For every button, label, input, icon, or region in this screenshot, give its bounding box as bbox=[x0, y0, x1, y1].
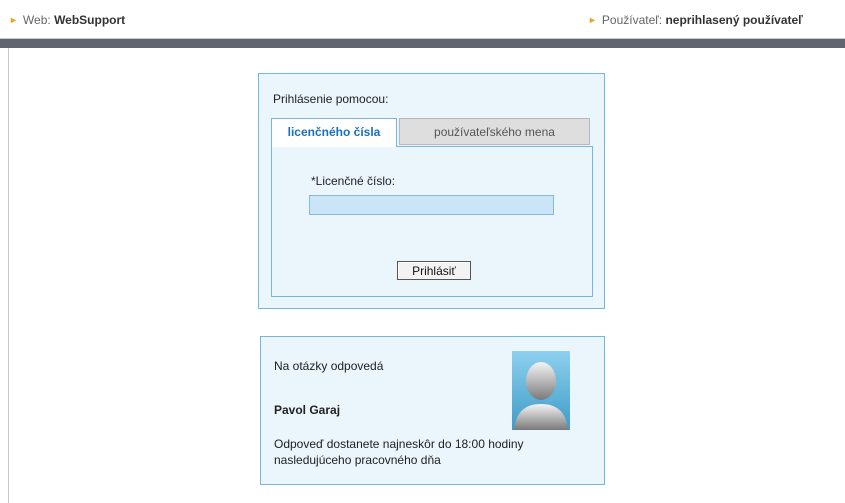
login-title: Prihlásenie pomocou: bbox=[273, 92, 389, 106]
web-label: Web: bbox=[22, 13, 51, 27]
left-border-line bbox=[8, 48, 9, 503]
support-agent-name: Pavol Garaj bbox=[274, 403, 341, 417]
arrow-right-icon: ► bbox=[588, 15, 597, 25]
support-info-panel: Na otázky odpovedá Pavol Garaj Odpoveď d… bbox=[260, 336, 605, 485]
login-button[interactable]: Prihlásiť bbox=[397, 261, 471, 280]
user-label: Používateľ: bbox=[601, 13, 663, 27]
license-number-label: *Licenčné číslo: bbox=[311, 174, 396, 188]
user-value: neprihlasený používateľ bbox=[665, 13, 803, 27]
top-bar: ► Web: WebSupport ► Používateľ: neprihlase… bbox=[0, 0, 845, 39]
header-divider-bar bbox=[0, 39, 845, 48]
tab-license-number[interactable]: licenčného čísla bbox=[271, 118, 397, 147]
arrow-right-icon: ► bbox=[9, 15, 18, 25]
support-intro: Na otázky odpovedá bbox=[274, 359, 384, 373]
user-avatar-icon bbox=[512, 351, 570, 430]
tab-username[interactable]: používateľského mena bbox=[399, 118, 590, 145]
reply-time-note: Odpoveď dostanete najneskôr do 18:00 hod… bbox=[274, 437, 524, 467]
license-number-input[interactable] bbox=[309, 195, 554, 215]
tab-panel-license: *Licenčné číslo: Prihlásiť bbox=[271, 146, 593, 297]
web-value: WebSupport bbox=[54, 13, 126, 27]
login-panel: Prihlásenie pomocou: licenčného čísla po… bbox=[258, 73, 605, 309]
web-breadcrumb: ► Web: WebSupport bbox=[9, 13, 125, 27]
user-breadcrumb: ► Používateľ: neprihlasený používateľ bbox=[588, 13, 803, 27]
